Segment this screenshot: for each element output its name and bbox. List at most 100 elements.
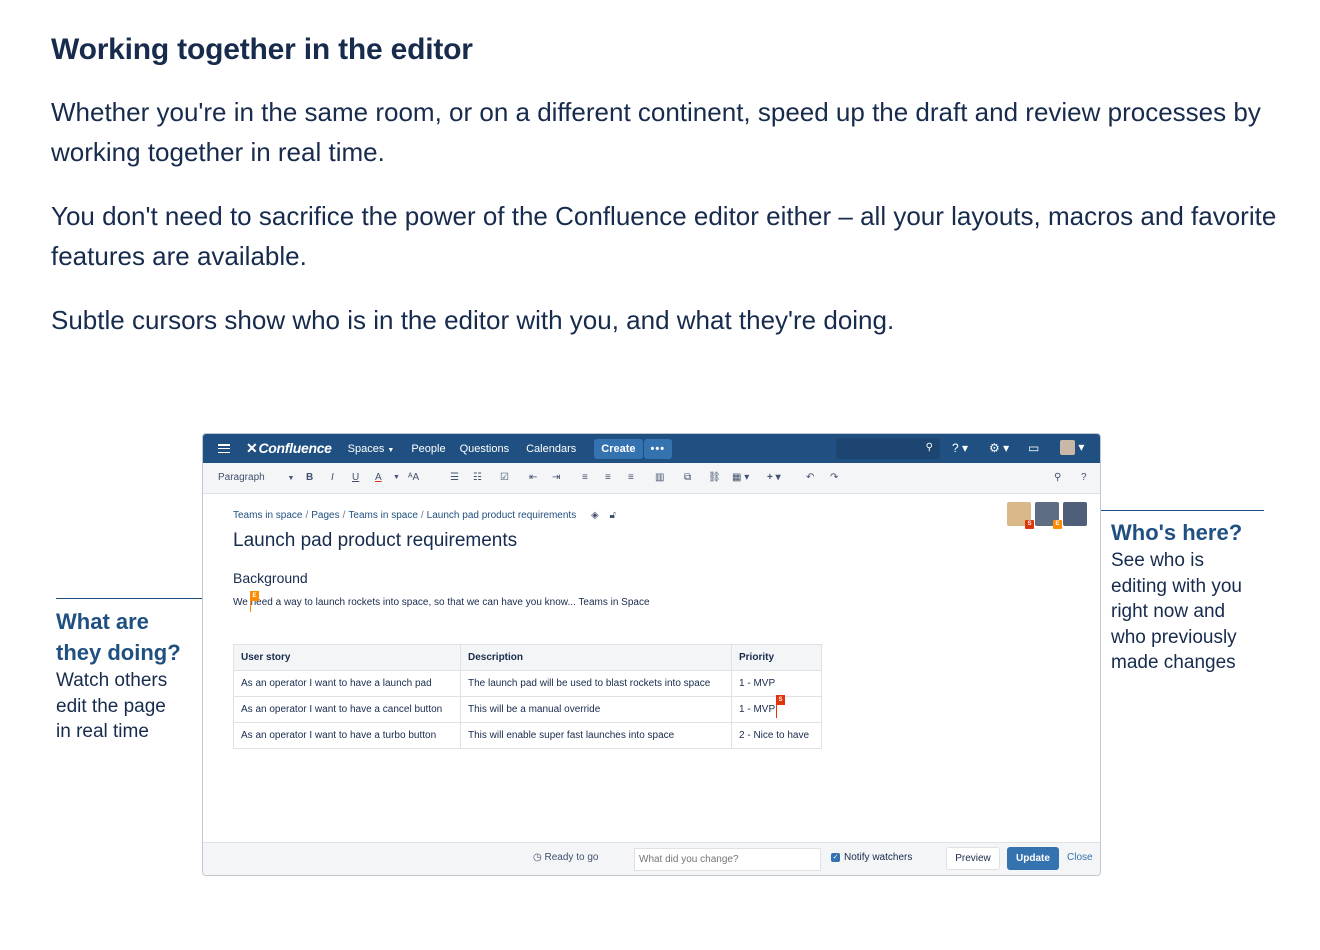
- breadcrumb-item[interactable]: Teams in space: [348, 510, 417, 521]
- preview-button[interactable]: Preview: [946, 847, 1000, 870]
- breadcrumb-item[interactable]: Teams in space: [233, 510, 302, 521]
- undo-icon[interactable]: ↶: [806, 472, 814, 483]
- table-cell[interactable]: The launch pad will be used to blast roc…: [460, 670, 732, 697]
- right-callout-title: Who's here?: [1111, 520, 1243, 545]
- chevron-down-icon: ▼: [387, 446, 395, 454]
- inbox-icon[interactable]: ▭: [1028, 441, 1039, 455]
- user-avatar-icon[interactable]: ▾: [1060, 440, 1084, 456]
- table-cell[interactable]: 2 - Nice to have: [731, 722, 822, 749]
- update-button[interactable]: Update: [1007, 847, 1059, 870]
- indent-icon[interactable]: ⇥: [552, 472, 560, 483]
- avatar[interactable]: [1063, 502, 1087, 526]
- create-button[interactable]: Create: [594, 438, 643, 459]
- table-cell[interactable]: As an operator I want to have a launch p…: [233, 670, 461, 697]
- table-cell[interactable]: 1 - MVP: [731, 670, 822, 697]
- avatar[interactable]: S: [1007, 502, 1034, 529]
- avatar-badge: S: [1025, 520, 1034, 529]
- search-input[interactable]: ⚲: [836, 438, 940, 459]
- paragraph-select[interactable]: Paragraph ▼: [218, 472, 294, 483]
- avatar-badge: E: [1053, 520, 1062, 529]
- find-replace-icon[interactable]: ⚲: [1054, 472, 1061, 483]
- confluence-logo[interactable]: ✕Confluence: [246, 440, 332, 457]
- editor-avatars: S E: [1007, 502, 1091, 529]
- notify-watchers-label: Notify watchers: [844, 852, 913, 863]
- task-list-icon[interactable]: ☑: [500, 472, 509, 483]
- section-heading[interactable]: Background: [233, 570, 833, 586]
- table-cell[interactable]: This will be a manual override: [460, 696, 732, 723]
- body-text[interactable]: We need a way to launch rockets into spa…: [233, 597, 833, 608]
- check-circle-icon: ◷: [533, 852, 542, 863]
- label-icon[interactable]: ◈: [591, 510, 599, 521]
- save-status-text: Ready to go: [544, 852, 599, 863]
- nav-spaces[interactable]: Spaces ▼: [348, 443, 395, 455]
- avatar[interactable]: E: [1035, 502, 1062, 529]
- nav-spaces-label: Spaces: [347, 442, 385, 455]
- table-header[interactable]: Priority: [731, 644, 822, 671]
- gear-icon[interactable]: ⚙ ▾: [989, 441, 1009, 455]
- breadcrumb-item[interactable]: Launch pad product requirements: [427, 510, 577, 521]
- left-callout-title-line-1: What are: [56, 609, 149, 634]
- align-right-icon[interactable]: ≡: [628, 472, 634, 483]
- table-cell[interactable]: This will enable super fast launches int…: [460, 722, 732, 749]
- right-callout-text-line-4: who previously: [1111, 626, 1237, 648]
- paragraph-select-label: Paragraph: [218, 472, 265, 483]
- table-icon[interactable]: ▦ ▾: [732, 472, 749, 483]
- unlock-icon[interactable]: 🔓︎: [609, 510, 615, 521]
- table-row: As an operator I want to have a cancel b…: [233, 696, 822, 723]
- table-header-row: User story Description Priority: [233, 644, 822, 671]
- nav-calendars[interactable]: Calendars: [526, 443, 576, 455]
- align-left-icon[interactable]: ≡: [582, 472, 588, 483]
- menu-icon[interactable]: [218, 444, 230, 453]
- nav-questions[interactable]: Questions: [460, 443, 510, 455]
- align-center-icon[interactable]: ≡: [605, 472, 611, 483]
- change-comment-input[interactable]: [634, 848, 821, 871]
- page-title[interactable]: Launch pad product requirements: [233, 530, 833, 552]
- article-heading: Working together in the editor: [51, 33, 473, 66]
- text-size-button[interactable]: ᴬA: [408, 472, 419, 483]
- page-layout-icon[interactable]: ▥: [655, 472, 664, 483]
- text-color-button[interactable]: A: [375, 472, 382, 483]
- bullet-list-icon[interactable]: ☰: [450, 472, 459, 483]
- left-callout-text-line-3: in real time: [56, 721, 149, 742]
- insert-more-icon[interactable]: + ▾: [767, 472, 781, 483]
- article-paragraph-1: Whether you're in the same room, or on a…: [51, 97, 1261, 167]
- notify-watchers-checkbox[interactable]: ✓ Notify watchers: [831, 852, 912, 863]
- editor-footer: ◷ Ready to go ✓ Notify watchers Preview U…: [203, 842, 1100, 875]
- table-row: As an operator I want to have a launch p…: [233, 670, 822, 697]
- right-callout-text-line-3: right now and: [1111, 601, 1226, 622]
- chevron-down-icon[interactable]: ▼: [393, 474, 400, 481]
- numbered-list-icon[interactable]: ☷: [473, 472, 482, 483]
- save-status: ◷ Ready to go: [533, 852, 598, 863]
- close-link[interactable]: Close: [1067, 852, 1093, 863]
- right-callout-text: See who is editing with you right now an…: [1111, 548, 1242, 676]
- outdent-icon[interactable]: ⇤: [529, 472, 537, 483]
- nav-people[interactable]: People: [411, 443, 445, 455]
- editor-screenshot: ✕Confluence Spaces ▼ People Questions Cal…: [202, 433, 1101, 876]
- collaborator-cursor-s: S: [776, 695, 785, 718]
- underline-button[interactable]: U: [352, 472, 359, 483]
- table-cell[interactable]: As an operator I want to have a cancel b…: [233, 696, 461, 723]
- insert-file-icon[interactable]: ⧉: [684, 472, 691, 483]
- more-button[interactable]: •••: [643, 438, 673, 459]
- left-callout-title: What are they doing?: [56, 606, 181, 668]
- redo-icon[interactable]: ↷: [830, 472, 838, 483]
- help-icon[interactable]: ?: [1081, 472, 1087, 483]
- table-header[interactable]: Description: [460, 644, 732, 671]
- top-navigation: ✕Confluence Spaces ▼ People Questions Cal…: [203, 434, 1100, 463]
- requirements-table: User story Description Priority As an op…: [233, 644, 822, 749]
- table-cell[interactable]: As an operator I want to have a turbo bu…: [233, 722, 461, 749]
- italic-button[interactable]: I: [331, 472, 334, 483]
- right-callout-text-line-2: editing with you: [1111, 575, 1242, 597]
- logo-text: Confluence: [258, 440, 332, 456]
- help-icon[interactable]: ? ▾: [952, 441, 968, 455]
- editor-toolbar: Paragraph ▼ B I U A ▼ ᴬA ☰ ☷ ☑ ⇤ ⇥ ≡ ≡ ≡…: [203, 463, 1100, 494]
- link-icon[interactable]: ⛓: [708, 472, 721, 483]
- right-callout-text-line-1: See who is: [1111, 550, 1204, 571]
- left-callout-text: Watch others edit the page in real time: [56, 668, 167, 745]
- checkbox-checked-icon: ✓: [831, 853, 840, 862]
- editor-content: Teams in space / Pages / Teams in space / Laun…: [233, 510, 833, 608]
- bold-button[interactable]: B: [306, 472, 313, 483]
- left-callout-text-line-2: edit the page: [56, 695, 166, 717]
- table-header[interactable]: User story: [233, 644, 461, 671]
- breadcrumb-item[interactable]: Pages: [311, 510, 339, 521]
